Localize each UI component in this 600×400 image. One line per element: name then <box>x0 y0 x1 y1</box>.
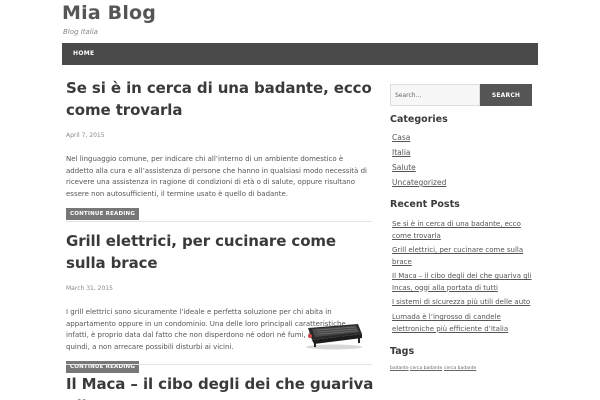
recent-post-link[interactable]: Il Maca – il cibo degli dei che guariva … <box>392 271 538 294</box>
category-link-salute[interactable]: Salute <box>392 163 416 172</box>
search-input[interactable] <box>390 84 480 106</box>
post-title[interactable]: Se si è in cerca di una badante, ecco co… <box>66 77 372 121</box>
post-excerpt: Nel linguaggio comune, per indicare chi … <box>66 155 367 198</box>
continue-reading-button[interactable]: CONTINUE READING <box>66 361 140 373</box>
tag-link[interactable]: badante <box>390 366 409 371</box>
recent-post-link[interactable]: Lumada è l’ingrosso di candele elettroni… <box>392 312 538 335</box>
post-title[interactable]: Il Maca – il cibo degli dei che guariva … <box>66 373 386 400</box>
post-3: Il Maca – il cibo degli dei che guariva … <box>66 373 386 400</box>
post-divider <box>66 221 372 222</box>
category-link-casa[interactable]: Casa <box>392 133 410 142</box>
post-title[interactable]: Grill elettrici, per cucinare come sulla… <box>66 230 372 274</box>
post-divider <box>66 364 372 365</box>
electric-grill-image[interactable] <box>302 314 366 350</box>
post-date[interactable]: April 7, 2015 <box>66 132 372 139</box>
recent-post-link[interactable]: Grill elettrici, per cucinare come sulla… <box>392 245 538 268</box>
categories-widget-title: Categories <box>390 114 448 125</box>
tag-link[interactable]: cerca badante <box>410 366 442 371</box>
tags-widget-title: Tags <box>390 346 415 357</box>
recent-posts-widget-title: Recent Posts <box>390 199 460 210</box>
recent-post-link[interactable]: I sistemi di sicurezza più utili delle a… <box>392 297 538 309</box>
post-1: Se si è in cerca di una badante, ecco co… <box>66 77 372 220</box>
category-link-uncategorized[interactable]: Uncategorized <box>392 178 446 187</box>
continue-reading-button[interactable]: CONTINUE READING <box>66 208 140 220</box>
nav-item-home[interactable]: HOME <box>73 50 94 57</box>
category-link-italia[interactable]: Italia <box>392 148 411 157</box>
recent-post-link[interactable]: Se si è in cerca di una badante, ecco co… <box>392 219 538 242</box>
site-description: Blog Italia <box>63 28 98 36</box>
site-title[interactable]: Mia Blog <box>62 2 156 24</box>
post-2: Grill elettrici, per cucinare come sulla… <box>66 230 372 373</box>
main-navigation: HOME <box>62 43 538 65</box>
tag-link[interactable]: cerca badante <box>444 366 476 371</box>
search-button[interactable]: SEARCH <box>480 84 532 106</box>
post-date[interactable]: March 31, 2015 <box>66 285 372 292</box>
